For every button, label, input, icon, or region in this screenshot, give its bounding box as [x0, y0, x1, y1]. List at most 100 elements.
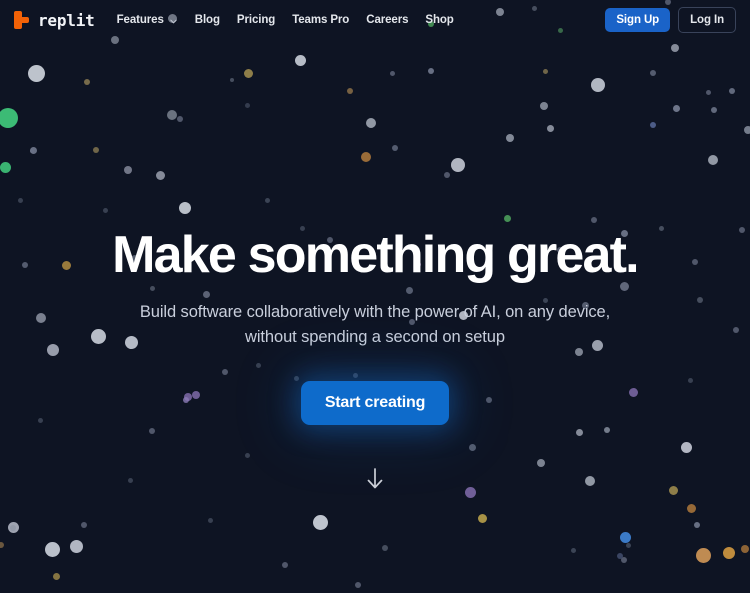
background-particle — [733, 327, 739, 333]
background-particle — [243, 68, 253, 78]
background-particle — [697, 297, 703, 303]
background-particle — [687, 377, 693, 383]
background-particle — [680, 441, 692, 453]
background-particle — [177, 116, 183, 122]
log-in-button[interactable]: Log In — [678, 7, 736, 33]
background-particle — [29, 146, 37, 154]
nav-item-pricing-label: Pricing — [236, 14, 276, 26]
background-particle — [477, 513, 487, 523]
background-particle — [723, 547, 735, 559]
background-particle — [672, 104, 680, 112]
nav-item-pricing[interactable]: Pricing — [237, 14, 275, 26]
arrow-down-icon[interactable] — [364, 466, 386, 492]
background-particle — [451, 158, 465, 172]
brand-name: replit — [38, 10, 95, 30]
background-particle — [30, 149, 34, 153]
background-particle — [625, 542, 631, 548]
nav-item-blog[interactable]: Blog — [195, 14, 220, 26]
hero-section: Make something great. Build software col… — [0, 0, 750, 593]
background-particle — [69, 539, 83, 553]
background-particle — [366, 118, 376, 128]
background-particle — [312, 514, 328, 530]
background-particle — [741, 545, 749, 553]
background-particle — [282, 562, 288, 568]
background-particle — [585, 476, 595, 486]
nav-links-list: Features Blog Pricing Teams Pro Careers … — [117, 14, 454, 26]
nav-item-teams-pro-label: Teams Pro — [292, 14, 350, 26]
background-particle — [47, 344, 59, 356]
background-particle — [671, 44, 679, 52]
background-particle — [0, 108, 18, 128]
hero-headline: Make something great. — [112, 226, 639, 284]
replit-logo-icon — [14, 10, 31, 30]
nav-item-shop[interactable]: Shop — [425, 14, 453, 26]
nav-item-features-label: Features — [116, 14, 164, 26]
background-particle — [124, 166, 132, 174]
background-particle — [591, 78, 605, 92]
background-particle — [27, 64, 45, 82]
background-particle — [192, 391, 200, 399]
background-particle — [486, 397, 492, 403]
background-particle — [102, 207, 108, 213]
nav-item-teams-pro[interactable]: Teams Pro — [292, 14, 349, 26]
nav-item-careers-label: Careers — [366, 14, 409, 26]
background-particle — [179, 202, 191, 214]
background-particle — [708, 155, 718, 165]
background-particle — [468, 443, 476, 451]
background-particle — [575, 428, 583, 436]
background-particle — [355, 582, 361, 588]
background-particle — [744, 126, 750, 134]
brand-logo-link[interactable]: replit — [14, 10, 95, 30]
background-particle — [347, 88, 353, 94]
background-particle — [93, 147, 99, 153]
background-particle — [17, 197, 23, 203]
background-particle — [222, 369, 228, 375]
background-particle — [591, 217, 597, 223]
background-particle — [686, 503, 696, 513]
sign-up-button[interactable]: Sign Up — [605, 8, 671, 32]
background-particle — [428, 68, 434, 74]
background-particle — [155, 170, 165, 180]
background-particle — [361, 152, 371, 162]
background-particle — [202, 290, 210, 298]
background-particle — [230, 78, 234, 82]
background-particle-field — [0, 0, 750, 593]
background-particle — [392, 145, 398, 151]
background-particle — [650, 70, 656, 76]
background-particle — [149, 428, 155, 434]
background-particle — [44, 541, 60, 557]
background-particle — [617, 553, 623, 559]
nav-item-careers[interactable]: Careers — [366, 14, 408, 26]
background-particle — [628, 387, 638, 397]
background-particle — [0, 161, 11, 173]
background-particle — [0, 542, 4, 548]
background-particle — [604, 427, 610, 433]
background-particle — [352, 372, 358, 378]
background-particle — [81, 522, 87, 528]
background-particle — [184, 393, 192, 401]
background-particle — [84, 79, 90, 85]
background-particle — [52, 572, 60, 580]
background-particle — [22, 262, 28, 268]
background-particle — [90, 328, 106, 344]
nav-item-features[interactable]: Features — [117, 14, 178, 26]
background-particle — [183, 397, 189, 403]
background-particle — [503, 214, 511, 222]
start-creating-button[interactable]: Start creating — [300, 380, 450, 425]
background-particle — [244, 102, 250, 108]
background-particle — [382, 545, 388, 551]
background-particle — [658, 225, 664, 231]
hero-subheadline: Build software collaboratively with the … — [139, 303, 611, 346]
background-particle — [570, 547, 576, 553]
background-particle — [61, 260, 71, 270]
top-navigation-bar: replit Features Blog Pricing Teams Pro C… — [0, 0, 750, 40]
background-particle — [506, 134, 514, 142]
background-particle — [444, 172, 450, 178]
background-particle — [711, 107, 717, 113]
background-particle — [167, 110, 177, 120]
background-particle — [546, 124, 554, 132]
background-particle — [542, 68, 548, 74]
background-particle — [739, 227, 745, 233]
background-particle — [10, 525, 16, 531]
nav-item-shop-label: Shop — [425, 14, 454, 26]
